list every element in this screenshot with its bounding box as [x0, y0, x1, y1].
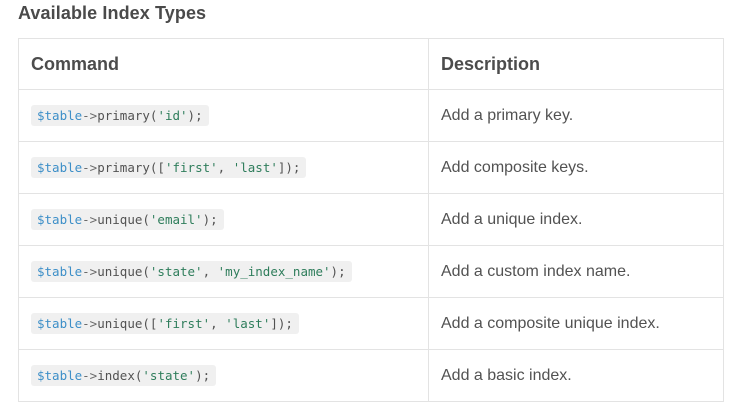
string-literal: 'last' [232, 160, 278, 175]
string-literal: 'first' [164, 160, 218, 175]
command-method: index [97, 368, 135, 383]
index-types-table: Command Description $table->primary('id'… [18, 38, 724, 402]
command-variable: $table [37, 368, 83, 383]
command-method: primary [97, 160, 150, 175]
table-row: $table->primary('id'); Add a primary key. [18, 89, 724, 142]
command-cell: $table->index('state'); [18, 349, 429, 402]
string-literal: 'first' [157, 316, 211, 331]
command-cell: $table->unique(['first', 'last']); [18, 297, 429, 350]
table-header-row: Command Description [18, 38, 724, 90]
command-arrow: -> [82, 160, 98, 175]
command-method: unique [97, 316, 143, 331]
command-code-snippet: $table->primary(['first', 'last']); [31, 157, 307, 178]
command-cell: $table->primary(['first', 'last']); [18, 141, 429, 194]
table-row: $table->unique('state', 'my_index_name')… [18, 245, 724, 298]
column-header-command: Command [18, 38, 429, 90]
command-arrow: -> [82, 108, 98, 123]
command-cell: $table->unique('state', 'my_index_name')… [18, 245, 429, 298]
string-literal: 'state' [142, 368, 196, 383]
command-args: (['first', 'last']); [142, 316, 293, 331]
command-args: ('state', 'my_index_name'); [142, 264, 346, 279]
command-method: unique [97, 264, 143, 279]
command-cell: $table->unique('email'); [18, 193, 429, 246]
string-literal: 'my_index_name' [217, 264, 331, 279]
command-code-snippet: $table->unique('state', 'my_index_name')… [31, 261, 352, 282]
command-variable: $table [37, 212, 83, 227]
table-body: $table->primary('id'); Add a primary key.… [18, 89, 724, 402]
command-args: (['first', 'last']); [149, 160, 301, 175]
command-arrow: -> [82, 212, 98, 227]
string-literal: 'email' [149, 212, 203, 227]
command-variable: $table [37, 108, 83, 123]
command-cell: $table->primary('id'); [18, 89, 429, 142]
command-args: ('state'); [134, 368, 211, 383]
description-cell: Add composite keys. [428, 141, 724, 194]
section-heading: Available Index Types [18, 3, 207, 23]
string-literal: 'last' [225, 316, 271, 331]
command-method: primary [97, 108, 150, 123]
string-literal: 'state' [149, 264, 203, 279]
string-literal: 'id' [157, 108, 188, 123]
command-method: unique [97, 212, 143, 227]
description-cell: Add a unique index. [428, 193, 724, 246]
command-arrow: -> [82, 316, 98, 331]
command-variable: $table [37, 160, 83, 175]
column-header-description: Description [428, 38, 724, 90]
command-variable: $table [37, 264, 83, 279]
description-cell: Add a basic index. [428, 349, 724, 402]
description-cell: Add a primary key. [428, 89, 724, 142]
command-code-snippet: $table->index('state'); [31, 365, 217, 386]
command-arrow: -> [82, 264, 98, 279]
command-args: ('id'); [149, 108, 203, 123]
command-arrow: -> [82, 368, 98, 383]
description-cell: Add a composite unique index. [428, 297, 724, 350]
table-row: $table->unique(['first', 'last']); Add a … [18, 297, 724, 350]
table-row: $table->index('state'); Add a basic index… [18, 349, 724, 402]
description-cell: Add a custom index name. [428, 245, 724, 298]
table-row: $table->unique('email'); Add a unique ind… [18, 193, 724, 246]
command-args: ('email'); [142, 212, 218, 227]
command-variable: $table [37, 316, 83, 331]
command-code-snippet: $table->primary('id'); [31, 105, 209, 126]
command-code-snippet: $table->unique('email'); [31, 209, 224, 230]
table-row: $table->primary(['first', 'last']); Add c… [18, 141, 724, 194]
command-code-snippet: $table->unique(['first', 'last']); [31, 313, 299, 334]
